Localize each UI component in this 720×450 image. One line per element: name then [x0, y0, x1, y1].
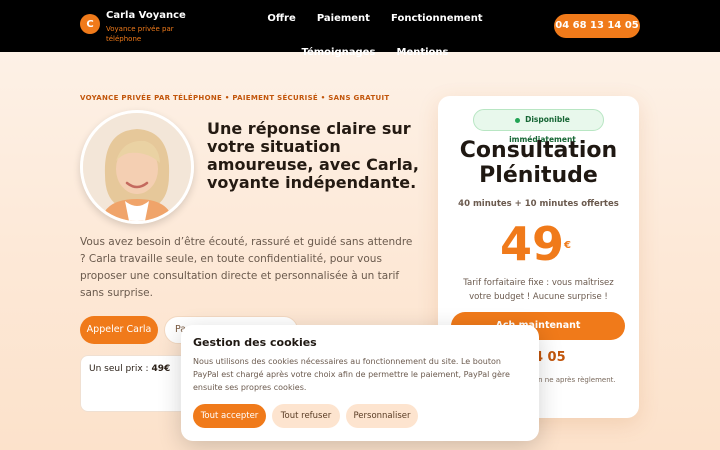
- cookie-title: Gestion des cookies: [193, 336, 317, 349]
- hero-headline: Une réponse claire sur votre situation a…: [207, 119, 419, 192]
- brand[interactable]: C Carla Voyance Voyance privée par télép…: [80, 10, 186, 44]
- nav-link-fonctionnement[interactable]: Fonctionnement: [391, 13, 483, 40]
- hero-eyebrow: VOYANCE PRIVÉE PAR TÉLÉPHONE • PAIEMENT …: [80, 94, 390, 102]
- brand-tagline: Voyance privée par téléphone: [106, 25, 174, 43]
- customize-button[interactable]: Personnaliser: [346, 404, 418, 428]
- offer-price-currency: €: [564, 240, 571, 251]
- nav-link-mentions[interactable]: Mentions: [397, 47, 449, 74]
- avatar: [80, 110, 194, 224]
- top-navigation-bar: C Carla Voyance Voyance privée par télép…: [0, 0, 720, 58]
- offer-price-amount: 49: [500, 217, 565, 271]
- refuse-all-button[interactable]: Tout refuser: [272, 404, 340, 428]
- cookie-text: Nous utilisons des cookies nécessaires a…: [193, 357, 510, 392]
- availability-badge: Disponible immédiatement: [473, 109, 604, 144]
- nav-link-paiement[interactable]: Paiement: [317, 13, 370, 40]
- portrait-image: [83, 113, 191, 221]
- cookie-actions: Tout accepter Tout refuser Personnaliser: [193, 404, 418, 428]
- brand-logo-icon: C: [80, 14, 100, 34]
- offer-price: 49€: [500, 216, 571, 272]
- price-label: Un seul prix :: [89, 364, 149, 374]
- hero-lead-text: Vous avez besoin d’être écouté, rassuré …: [80, 236, 413, 299]
- cookie-banner: Gestion des cookies Nous utilisons des c…: [181, 325, 539, 441]
- status-dot-icon: [515, 117, 521, 123]
- accept-all-button[interactable]: Tout accepter: [193, 404, 266, 428]
- offer-subtitle: 40 minutes + 10 minutes offertes: [458, 199, 619, 209]
- brand-name: Carla Voyance: [106, 10, 186, 21]
- offer-title: Consultation Plénitude: [459, 138, 618, 188]
- offer-note: Tarif forfaitaire fixe : vous maîtrisez …: [463, 278, 614, 302]
- nav-link-temoignages[interactable]: Témoignages: [301, 47, 375, 74]
- call-carla-button[interactable]: Appeler Carla: [80, 316, 158, 344]
- single-price-box: Un seul prix : 49€: [80, 355, 190, 412]
- nav-link-offre[interactable]: Offre: [267, 13, 295, 40]
- header-phone-button[interactable]: 04 68 13 14 05: [554, 14, 640, 38]
- price-value: 49€: [151, 364, 171, 374]
- main-nav: Offre Paiement Fonctionnement Témoignage…: [235, 6, 515, 74]
